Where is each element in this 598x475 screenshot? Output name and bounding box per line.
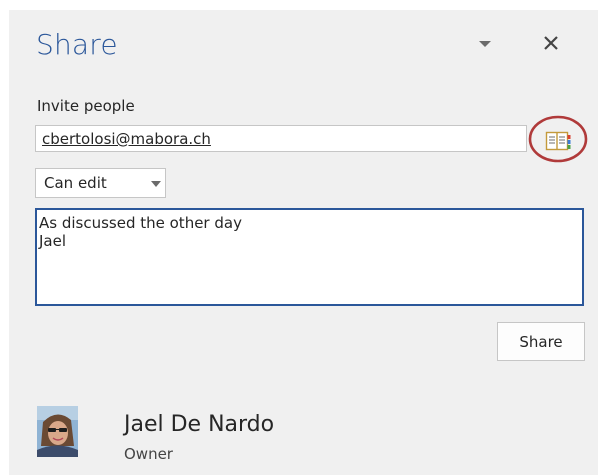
person-name: Jael De Nardo xyxy=(124,412,275,437)
dropdown-caret-icon xyxy=(151,181,161,187)
invite-people-input[interactable]: cbertolosi@mabora.ch xyxy=(35,125,527,152)
avatar xyxy=(37,406,78,457)
person-role: Owner xyxy=(124,445,173,463)
share-pane: Share Invite people cbertolosi@mabora.ch xyxy=(9,10,598,475)
close-icon xyxy=(544,36,558,50)
pane-options-button[interactable] xyxy=(475,37,495,51)
recipient-token[interactable]: cbertolosi@mabora.ch xyxy=(42,130,211,148)
permission-value: Can edit xyxy=(44,174,107,192)
highlight-circle-annotation xyxy=(528,115,588,163)
chevron-down-icon xyxy=(479,41,491,47)
close-pane-button[interactable] xyxy=(538,30,564,56)
share-button[interactable]: Share xyxy=(497,322,585,361)
message-textarea[interactable]: As discussed the other day Jael xyxy=(35,208,584,306)
pane-title: Share xyxy=(36,28,118,61)
permission-dropdown[interactable]: Can edit xyxy=(35,168,166,198)
invite-people-label: Invite people xyxy=(37,97,135,115)
